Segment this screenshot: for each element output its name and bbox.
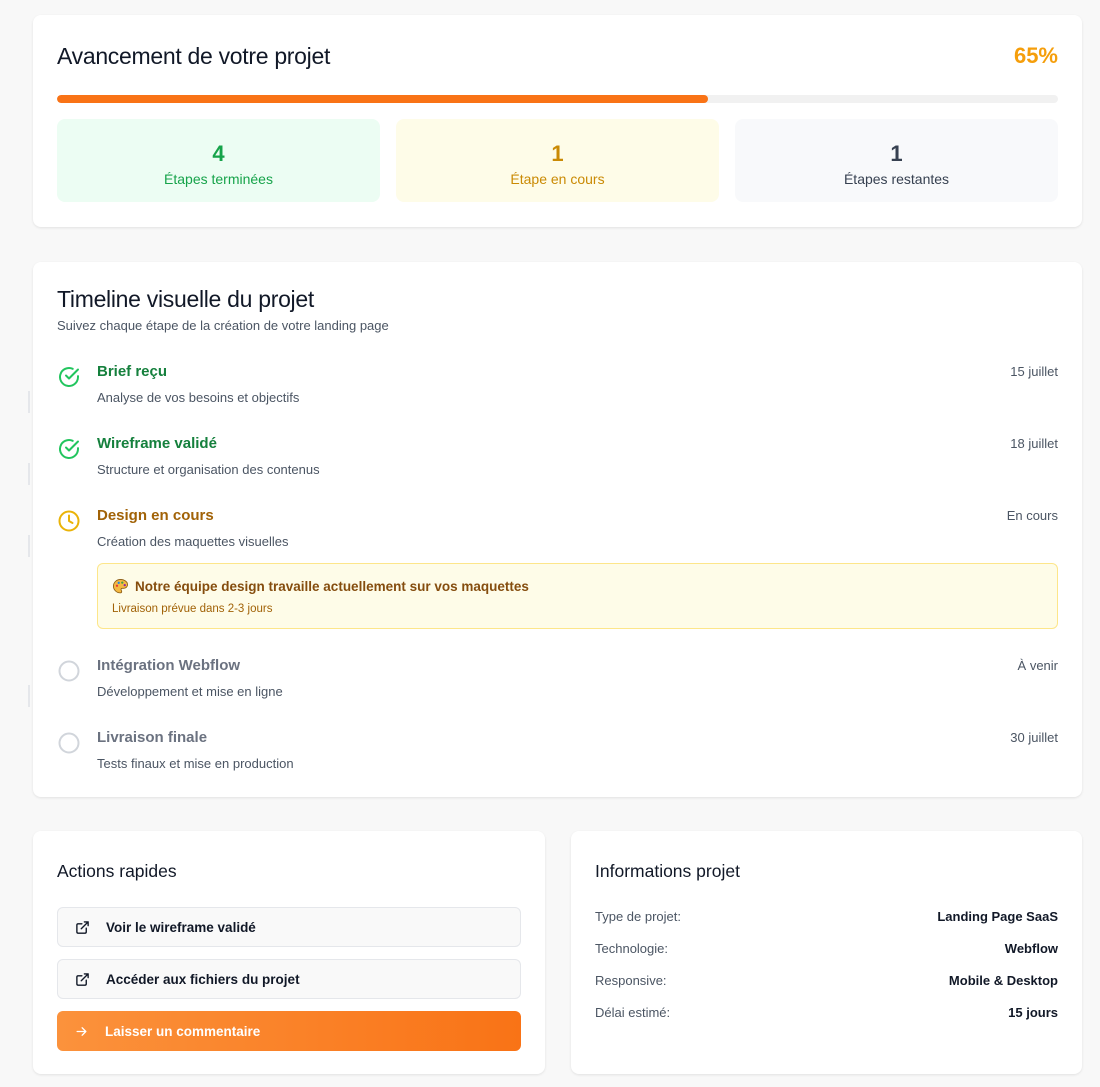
step-name: Intégration Webflow	[97, 657, 241, 674]
button-label: Laisser un commentaire	[105, 1023, 261, 1039]
leave-comment-button[interactable]: Laisser un commentaire	[57, 1011, 521, 1051]
step-description: Développement et mise en ligne	[97, 684, 283, 699]
external-link-icon	[76, 920, 89, 934]
step-date: 15 juillet	[1010, 364, 1058, 379]
info-value: Landing Page SaaS	[937, 909, 1058, 924]
step-name: Design en cours	[97, 507, 214, 524]
info-value: Mobile & Desktop	[948, 973, 1058, 988]
info-key: Délai estimé:	[595, 1005, 671, 1020]
quick-actions-title: Actions rapides	[57, 861, 177, 881]
stat-in-progress-label: Étape en cours	[510, 171, 605, 187]
step-description: Analyse de vos besoins et objectifs	[97, 390, 300, 405]
project-info-card: Informations projet Type de projet: Land…	[571, 831, 1082, 1074]
design-notice: Notre équipe design travaille actuelleme…	[97, 563, 1058, 629]
divider	[28, 391, 30, 413]
button-label: Voir le wireframe validé	[106, 919, 256, 935]
info-value: Webflow	[1004, 941, 1058, 956]
stat-in-progress-steps: 1 Étape en cours	[396, 119, 719, 202]
view-wireframe-button[interactable]: Voir le wireframe validé	[57, 907, 521, 947]
progress-bar-fill	[57, 95, 708, 103]
divider	[28, 535, 30, 557]
stat-remaining-steps: 1 Étapes restantes	[735, 119, 1058, 202]
project-info-title: Informations projet	[595, 861, 740, 881]
arrow-right-icon	[76, 1026, 87, 1036]
stat-in-progress-value: 1	[551, 141, 564, 166]
timeline-subtitle: Suivez chaque étape de la création de vo…	[57, 318, 389, 333]
step-date: 30 juillet	[1010, 730, 1058, 745]
palette-icon	[112, 578, 129, 594]
stat-remaining-label: Étapes restantes	[843, 171, 950, 187]
info-key: Type de projet:	[595, 909, 681, 924]
empty-circle-icon	[58, 660, 80, 682]
stat-completed-label: Étapes terminées	[164, 171, 273, 187]
step-name: Wireframe validé	[97, 435, 217, 452]
step-description: Structure et organisation des contenus	[97, 462, 320, 477]
project-files-button[interactable]: Accéder aux fichiers du projet	[57, 959, 521, 999]
check-circle-icon	[59, 439, 79, 459]
notice-subtitle: Livraison prévue dans 2-3 jours	[112, 603, 273, 615]
step-description: Tests finaux et mise en production	[97, 756, 294, 771]
info-key: Responsive:	[595, 973, 667, 988]
step-description: Création des maquettes visuelles	[97, 534, 289, 549]
check-circle-icon	[59, 367, 79, 387]
progress-card: Avancement de votre projet 65% 4 Étapes …	[33, 15, 1082, 227]
stat-remaining-value: 1	[890, 141, 903, 166]
divider	[28, 685, 30, 707]
empty-circle-icon	[58, 732, 80, 754]
button-label: Accéder aux fichiers du projet	[106, 971, 300, 987]
info-key: Technologie:	[595, 941, 668, 956]
notice-title-row: Notre équipe design travaille actuelleme…	[112, 578, 529, 595]
timeline-card: Timeline visuelle du projet Suivez chaqu…	[33, 262, 1082, 797]
external-link-icon	[76, 972, 89, 986]
stat-completed-steps: 4 Étapes terminées	[57, 119, 380, 202]
progress-bar	[57, 95, 1058, 103]
step-name: Brief reçu	[97, 363, 168, 380]
step-date: À venir	[1017, 658, 1058, 673]
step-date: 18 juillet	[1010, 436, 1058, 451]
quick-actions-card: Actions rapides Voir le wireframe validé…	[33, 831, 545, 1074]
notice-title: Notre équipe design travaille actuelleme…	[135, 579, 529, 594]
clock-icon	[58, 510, 80, 532]
step-date: En cours	[1006, 508, 1058, 523]
progress-title: Avancement de votre projet	[57, 43, 331, 69]
timeline-title: Timeline visuelle du projet	[57, 286, 314, 312]
divider	[28, 463, 30, 485]
step-name: Livraison finale	[97, 729, 208, 746]
progress-percent: 65%	[1013, 43, 1058, 68]
info-value: 15 jours	[1008, 1005, 1058, 1020]
stat-completed-value: 4	[212, 141, 225, 166]
